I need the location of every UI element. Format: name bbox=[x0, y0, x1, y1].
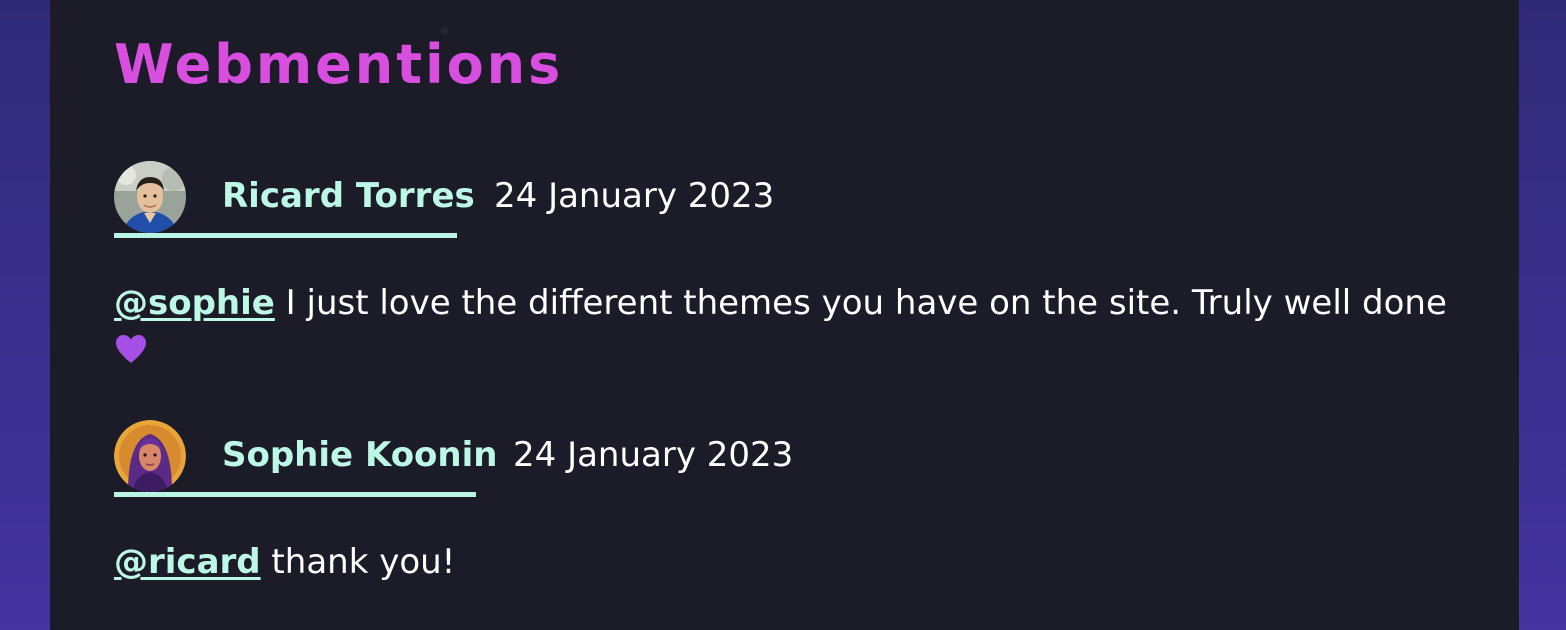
mention-header: Sophie Koonin 24 January 2023 bbox=[114, 419, 1474, 497]
mention-text: thank you! bbox=[260, 542, 456, 582]
mention-date: 24 January 2023 bbox=[494, 176, 775, 216]
avatar bbox=[114, 420, 186, 492]
handle-link[interactable]: @sophie bbox=[114, 283, 275, 323]
mention-item: Ricard Torres 24 January 2023 @sophie I … bbox=[114, 160, 1474, 363]
webmentions-heading: Webmentions bbox=[114, 33, 564, 96]
webmentions-panel: ⌖ Webmentions Ricard Torres 24 January 2… bbox=[50, 0, 1519, 630]
mention-header: Ricard Torres 24 January 2023 bbox=[114, 160, 1474, 238]
purple-heart-icon bbox=[114, 332, 148, 366]
author-name: Sophie Koonin bbox=[222, 435, 498, 475]
avatar bbox=[114, 161, 186, 233]
author-link[interactable]: Sophie Koonin bbox=[114, 419, 498, 497]
handle-link[interactable]: @ricard bbox=[114, 542, 261, 582]
author-name: Ricard Torres bbox=[222, 176, 475, 216]
mention-date: 24 January 2023 bbox=[513, 435, 794, 475]
mention-item: Sophie Koonin 24 January 2023 @ricard th… bbox=[114, 419, 1474, 582]
author-link[interactable]: Ricard Torres bbox=[114, 160, 475, 238]
mention-content: @ricard thank you! bbox=[114, 539, 1474, 585]
mention-content: @sophie I just love the different themes… bbox=[114, 280, 1474, 372]
mention-text: I just love the different themes you hav… bbox=[274, 283, 1447, 323]
